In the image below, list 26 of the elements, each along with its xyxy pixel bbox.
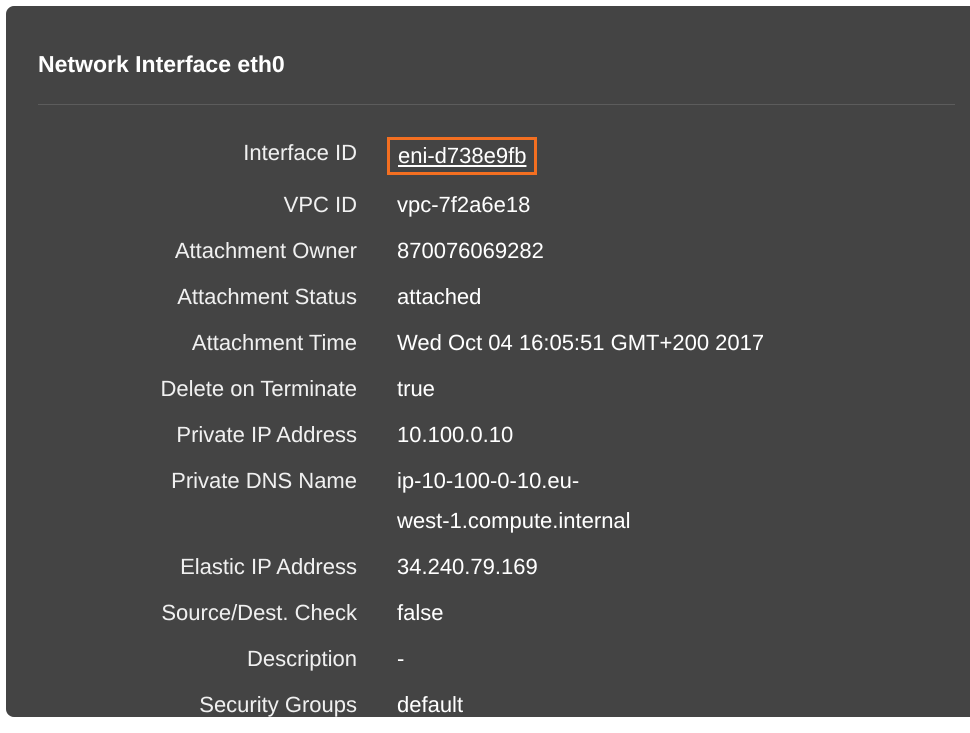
field-value: 870076069282 bbox=[397, 237, 544, 265]
field-label: Interface ID bbox=[243, 139, 357, 167]
field-value: attached bbox=[397, 283, 482, 311]
field-label: Attachment Time bbox=[192, 329, 357, 357]
field-value: vpc-7f2a6e18 bbox=[397, 191, 530, 219]
field-value: 34.240.79.169 bbox=[397, 553, 538, 581]
field-label: Attachment Status bbox=[177, 283, 357, 311]
field-label: Attachment Owner bbox=[174, 237, 357, 265]
field-label: Private IP Address bbox=[176, 421, 357, 449]
field-value: true bbox=[397, 375, 435, 403]
field-label: Private DNS Name bbox=[171, 467, 357, 495]
panel-title: Network Interface eth0 bbox=[38, 50, 285, 78]
field-value: ip-10-100-0-10.eu- bbox=[397, 467, 580, 495]
field-value: 10.100.0.10 bbox=[397, 421, 514, 449]
field-label: Elastic IP Address bbox=[180, 553, 357, 581]
field-label: Description bbox=[246, 645, 357, 673]
interface-id-link[interactable]: eni-d738e9fb bbox=[387, 137, 538, 175]
field-value: - bbox=[397, 645, 404, 673]
field-label: Security Groups bbox=[199, 691, 357, 719]
field-label: Source/Dest. Check bbox=[161, 599, 357, 627]
field-value: Wed Oct 04 16:05:51 GMT+200 2017 bbox=[397, 329, 764, 357]
field-value: false bbox=[397, 599, 444, 627]
field-label: Delete on Terminate bbox=[160, 375, 357, 403]
field-value: default bbox=[397, 691, 464, 719]
field-label: VPC ID bbox=[284, 191, 357, 219]
field-value: west-1.compute.internal bbox=[397, 507, 631, 535]
